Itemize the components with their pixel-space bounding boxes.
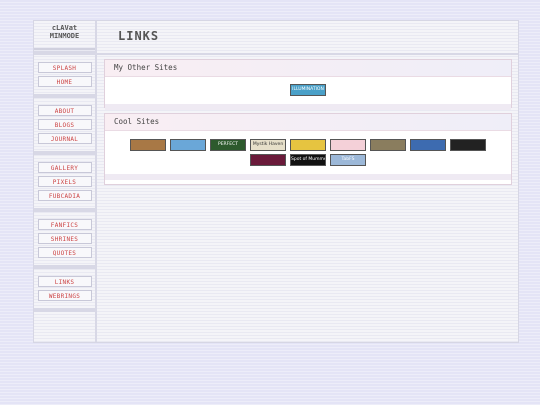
site-button-88x31[interactable] (290, 139, 326, 151)
nav-menu: SPLASH HOME ABOUT BLOGS JOURNAL GALLERY PIXELS… (34, 51, 95, 312)
site-button-88x31[interactable]: PERFECT (210, 139, 246, 151)
page-frame: cLAVat MINMODE SPLASH HOME ABOUT BLOGS JOURN… (33, 20, 519, 343)
my-other-sites-heading: My Other Sites (105, 60, 511, 77)
nav-link-home[interactable]: HOME (37, 76, 92, 87)
nav-separator (34, 51, 95, 55)
cool-sites-row-2: Spot of Mummery TabFS (105, 151, 511, 167)
site-button-88x31[interactable]: ILLUMINATION (290, 84, 326, 96)
brand-line-1: cLAVat (51, 24, 78, 32)
site-button-88x31[interactable]: Spot of Mummery (290, 154, 326, 166)
nav-group: ABOUT BLOGS JOURNAL (34, 99, 95, 150)
nav-separator (34, 151, 95, 155)
nav-link-journal[interactable]: JOURNAL (37, 133, 92, 144)
cool-sites-panel: Cool Sites PERFECT Mystik Haven Spot of M… (104, 113, 512, 185)
nav-link-quotes[interactable]: QUOTES (37, 247, 92, 258)
nav-group: SPLASH HOME (34, 56, 95, 93)
nav-group: LINKS WEBRINGS (34, 270, 95, 307)
nav-link-webrings[interactable]: WEBRINGS (37, 290, 92, 301)
cool-sites-heading: Cool Sites (105, 114, 511, 131)
nav-group: GALLERY PIXELS FUBCADIA (34, 156, 95, 207)
my-other-sites-buttons: ILLUMINATION (105, 77, 511, 104)
nav-link-pixels[interactable]: PIXELS (37, 176, 92, 187)
site-button-88x31[interactable] (330, 139, 366, 151)
site-button-88x31[interactable] (450, 139, 486, 151)
panel-footer (105, 104, 511, 110)
nav-separator (34, 94, 95, 98)
site-button-88x31[interactable] (170, 139, 206, 151)
nav-link-splash[interactable]: SPLASH (37, 62, 92, 73)
brand-line-2: MINMODE (49, 32, 80, 40)
sidebar: cLAVat MINMODE SPLASH HOME ABOUT BLOGS JOURN… (34, 21, 97, 342)
nav-separator (34, 308, 95, 312)
site-button-88x31[interactable] (250, 154, 286, 166)
nav-link-links[interactable]: LINKS (37, 276, 92, 287)
site-button-88x31[interactable] (410, 139, 446, 151)
nav-separator (34, 265, 95, 269)
nav-link-gallery[interactable]: GALLERY (37, 162, 92, 173)
page-header: LINKS (97, 21, 518, 55)
nav-link-fanfics[interactable]: FANFICS (37, 219, 92, 230)
site-button-88x31[interactable] (370, 139, 406, 151)
site-button-88x31[interactable]: TabFS (330, 154, 366, 166)
nav-link-shrines[interactable]: SHRINES (37, 233, 92, 244)
panel-footer (105, 174, 511, 180)
my-other-sites-panel: My Other Sites ILLUMINATION (104, 59, 512, 110)
nav-link-blogs[interactable]: BLOGS (37, 119, 92, 130)
page-title: LINKS (118, 29, 160, 43)
nav-group: FANFICS SHRINES QUOTES (34, 213, 95, 264)
nav-link-fubcadia[interactable]: FUBCADIA (37, 190, 92, 201)
site-button-88x31[interactable] (130, 139, 166, 151)
nav-separator (34, 208, 95, 212)
nav-link-about[interactable]: ABOUT (37, 105, 92, 116)
site-brand[interactable]: cLAVat MINMODE (34, 21, 95, 50)
site-button-88x31[interactable]: Mystik Haven (250, 139, 286, 151)
cool-sites-row-1: PERFECT Mystik Haven (105, 131, 511, 151)
